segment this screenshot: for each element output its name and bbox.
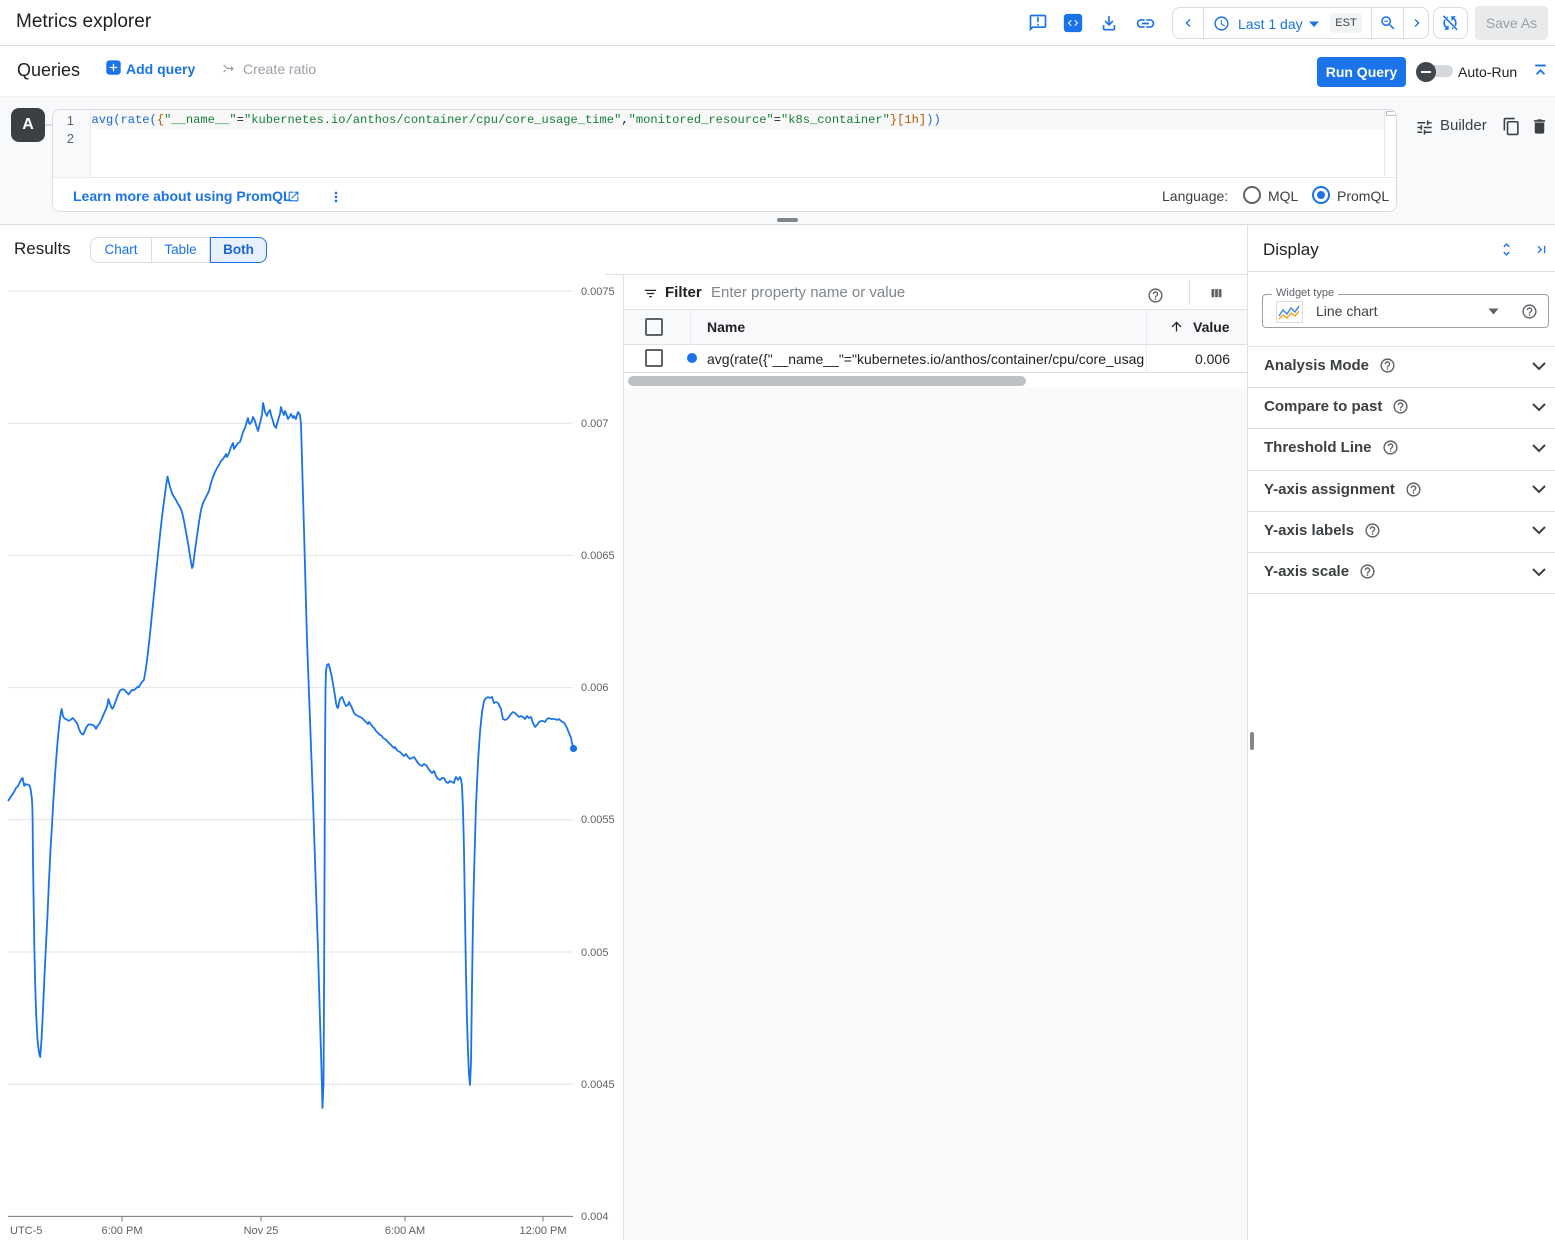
svg-text:6:00 PM: 6:00 PM xyxy=(102,1225,143,1237)
svg-text:0.004: 0.004 xyxy=(581,1211,609,1223)
svg-text:0.007: 0.007 xyxy=(581,418,609,430)
svg-text:0.0075: 0.0075 xyxy=(581,286,615,298)
svg-text:0.0045: 0.0045 xyxy=(581,1079,615,1091)
svg-text:0.0065: 0.0065 xyxy=(581,550,615,562)
svg-text:Nov 25: Nov 25 xyxy=(244,1225,279,1237)
svg-text:12:00 PM: 12:00 PM xyxy=(519,1225,566,1237)
svg-text:0.006: 0.006 xyxy=(581,682,609,694)
svg-text:UTC-5: UTC-5 xyxy=(10,1225,42,1237)
svg-text:0.005: 0.005 xyxy=(581,947,609,959)
svg-text:6:00 AM: 6:00 AM xyxy=(385,1225,425,1237)
svg-text:0.0055: 0.0055 xyxy=(581,814,615,826)
